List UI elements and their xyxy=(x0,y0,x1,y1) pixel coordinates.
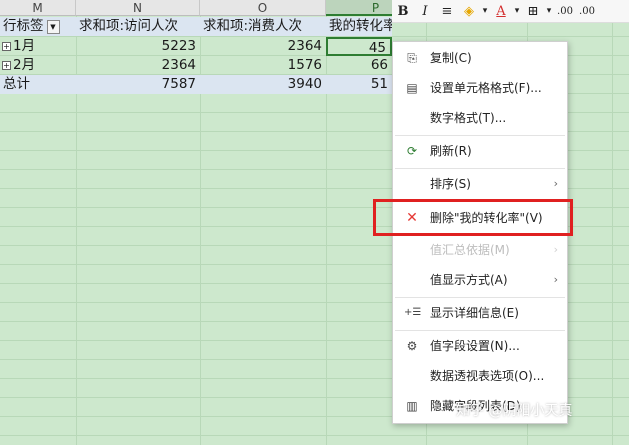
table-cell[interactable]: 2364 xyxy=(200,37,326,56)
chevron-down-icon[interactable]: ▾ xyxy=(512,6,522,16)
menu-item-copy[interactable]: ⎘ 复制(C) xyxy=(393,45,567,71)
chevron-right-icon: › xyxy=(553,177,558,190)
pivot-row-label[interactable]: +1月 xyxy=(0,37,76,56)
menu-divider xyxy=(395,168,565,169)
menu-item-sort[interactable]: 排序(S) › xyxy=(393,171,567,197)
pivot-header-conversion-rate[interactable]: 我的转化率 xyxy=(326,17,392,36)
copy-icon: ⎘ xyxy=(407,51,417,65)
border-icon[interactable]: ⊞ xyxy=(522,4,544,19)
table-cell[interactable]: 1576 xyxy=(200,56,326,75)
menu-item-summarize-by[interactable]: 值汇总依据(M) › xyxy=(393,237,567,263)
expand-icon[interactable]: + xyxy=(2,61,11,70)
menu-item-label: 刷新(R) xyxy=(430,144,472,158)
column-header-o[interactable]: O xyxy=(200,0,326,16)
menu-item-label: 显示详细信息(E) xyxy=(430,306,519,320)
table-cell[interactable]: 51 xyxy=(326,75,392,94)
bold-button[interactable]: B xyxy=(392,4,414,19)
menu-item-number-format[interactable]: 数字格式(T)... xyxy=(393,105,567,131)
watermark: 知乎 @阴阳小天真 xyxy=(456,403,573,419)
menu-divider xyxy=(395,297,565,298)
chevron-down-icon[interactable]: ▾ xyxy=(480,6,490,16)
row-label-text: 1月 xyxy=(13,38,36,54)
menu-item-label: 设置单元格格式(F)... xyxy=(430,81,542,95)
table-cell[interactable]: 66 xyxy=(326,56,392,75)
menu-item-refresh[interactable]: ⟳ 刷新(R) xyxy=(393,138,567,164)
field-list-icon: ▥ xyxy=(406,399,418,413)
table-cell[interactable]: 5223 xyxy=(76,37,200,56)
row-label-text: 2月 xyxy=(13,57,36,73)
menu-divider xyxy=(395,330,565,331)
menu-item-label: 值汇总依据(M) xyxy=(430,243,510,257)
menu-item-format-cells[interactable]: ▤ 设置单元格格式(F)... xyxy=(393,75,567,101)
menu-item-label: 数据透视表选项(O)... xyxy=(430,369,545,383)
active-cell[interactable]: 45 xyxy=(326,37,392,56)
menu-item-label: 排序(S) xyxy=(430,177,471,191)
filter-dropdown-icon[interactable]: ▼ xyxy=(46,20,60,34)
grid-line xyxy=(0,435,629,436)
menu-item-label: 值显示方式(A) xyxy=(430,273,508,287)
column-header-n[interactable]: N xyxy=(76,0,200,16)
row-labels-text: 行标签 xyxy=(3,18,44,34)
pivot-total-label[interactable]: 总计 xyxy=(0,75,76,94)
chevron-down-icon[interactable]: ▾ xyxy=(544,6,554,16)
grid-line xyxy=(612,16,613,445)
table-cell[interactable]: 3940 xyxy=(200,75,326,94)
refresh-icon: ⟳ xyxy=(406,144,418,158)
menu-item-label: 值字段设置(N)... xyxy=(430,339,520,353)
format-cells-icon: ▤ xyxy=(406,81,418,95)
decrease-decimal-icon[interactable]: .00 xyxy=(576,6,598,17)
menu-item-field-settings[interactable]: ⚙ 值字段设置(N)... xyxy=(393,333,567,359)
fill-color-icon[interactable]: ◈ xyxy=(458,4,480,19)
menu-item-show-values-as[interactable]: 值显示方式(A) › xyxy=(393,267,567,293)
menu-divider xyxy=(395,135,565,136)
menu-item-show-details[interactable]: +☰ 显示详细信息(E) xyxy=(393,300,567,326)
annotation-highlight-box xyxy=(373,199,573,236)
expand-icon[interactable]: + xyxy=(2,42,11,51)
italic-button[interactable]: I xyxy=(414,4,436,19)
chevron-right-icon: › xyxy=(553,243,558,256)
field-settings-icon: ⚙ xyxy=(406,339,418,353)
align-button[interactable]: ≡ xyxy=(436,4,458,19)
table-cell[interactable]: 7587 xyxy=(76,75,200,94)
pivot-row-label[interactable]: +2月 xyxy=(0,56,76,75)
font-color-button[interactable]: A xyxy=(490,4,512,19)
show-detail-icon: +☰ xyxy=(404,307,422,318)
table-cell[interactable]: 2364 xyxy=(76,56,200,75)
chevron-right-icon: › xyxy=(553,273,558,286)
column-header-m[interactable]: M xyxy=(0,0,76,16)
mini-toolbar: B I ≡ ◈ ▾ A ▾ ⊞ ▾ .00 .00 xyxy=(392,0,629,23)
menu-item-label: 数字格式(T)... xyxy=(430,111,507,125)
increase-decimal-icon[interactable]: .00 xyxy=(554,6,576,17)
menu-item-pivot-options[interactable]: 数据透视表选项(O)... xyxy=(393,363,567,389)
menu-item-label: 复制(C) xyxy=(430,51,472,65)
pivot-header-visits[interactable]: 求和项:访问人次 xyxy=(76,17,200,36)
pivot-header-row-labels[interactable]: 行标签 ▼ xyxy=(0,17,76,36)
pivot-header-consumptions[interactable]: 求和项:消费人次 xyxy=(200,17,326,36)
